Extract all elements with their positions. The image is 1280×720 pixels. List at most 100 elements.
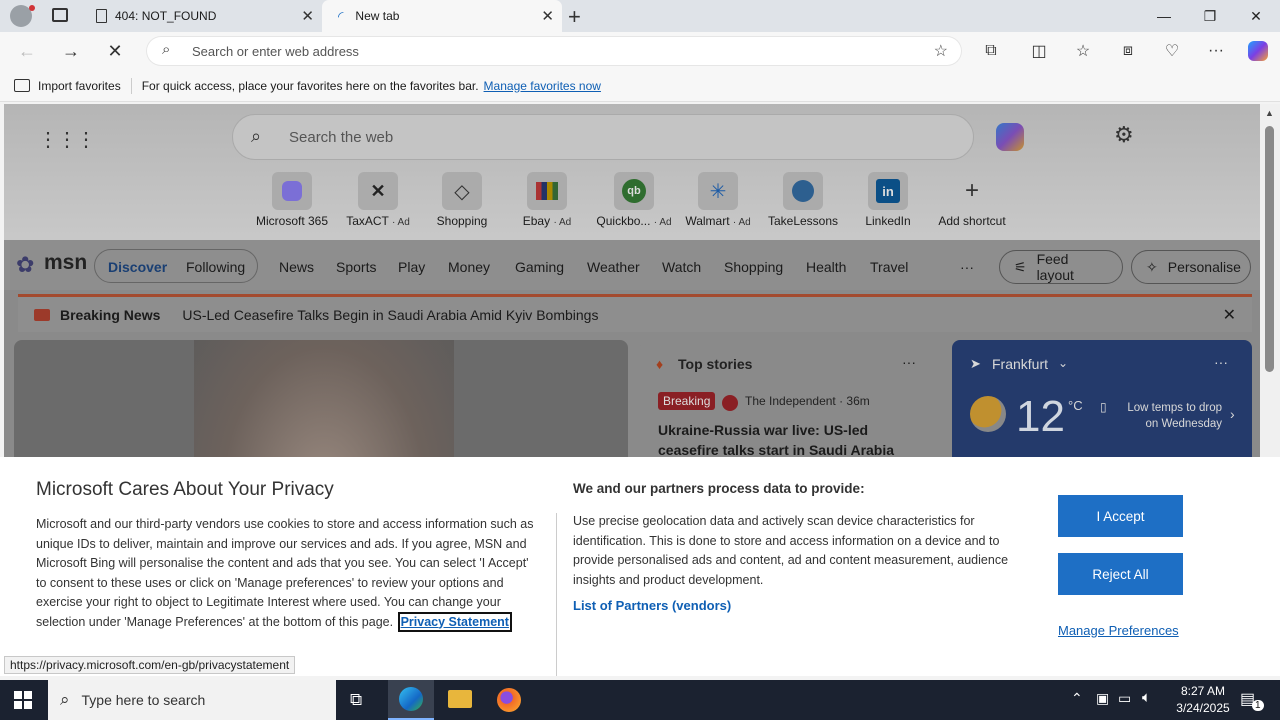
weather-location[interactable]: Frankfurt xyxy=(992,356,1048,372)
ad-tag: · Ad xyxy=(732,217,751,228)
shortcut-takelessons[interactable]: TakeLessons xyxy=(762,172,844,228)
weather-temp: 12 xyxy=(1016,392,1065,441)
personalise-button[interactable]: ✧ Personalise xyxy=(1131,250,1251,284)
apps-launcher-icon[interactable]: ⋮⋮⋮ xyxy=(38,127,96,152)
new-tab-icon[interactable]: + xyxy=(568,4,581,30)
taskbar-search[interactable]: ⌕ Type here to search xyxy=(48,680,336,720)
partly-cloudy-icon xyxy=(970,396,1006,432)
volume-icon[interactable]: 🔈︎ xyxy=(1142,689,1151,706)
nav-travel[interactable]: Travel xyxy=(870,250,908,284)
msn-logo[interactable]: msn xyxy=(44,251,87,275)
scroll-up-icon[interactable]: ▲ xyxy=(1265,108,1274,118)
partners-title: We and our partners process data to prov… xyxy=(573,481,865,496)
shortcut-add[interactable]: + Add shortcut xyxy=(930,172,1014,228)
nav-watch[interactable]: Watch xyxy=(662,250,701,284)
nav-gaming[interactable]: Gaming xyxy=(515,250,564,284)
shortcut-microsoft-365[interactable]: Microsoft 365 xyxy=(252,172,332,228)
chevron-right-icon[interactable]: › xyxy=(1230,406,1235,422)
tab-new-tab[interactable]: ◜ New tab ✕ xyxy=(322,0,562,32)
shortcut-quickbooks[interactable]: qb Quickbo... · Ad xyxy=(592,172,676,228)
msn-nav-bar: ✿ msn Discover Following News Sports Pla… xyxy=(4,240,1260,290)
device-icon[interactable]: ▣ xyxy=(1096,690,1109,707)
shortcut-label: Walmart xyxy=(685,214,730,228)
accept-button[interactable]: I Accept xyxy=(1058,495,1183,537)
firefox-icon[interactable] xyxy=(497,688,521,712)
shortcut-taxact[interactable]: ✕ TaxACT · Ad xyxy=(338,172,418,228)
linkedin-icon: in xyxy=(868,172,908,210)
close-tab-icon[interactable]: ✕ xyxy=(301,7,314,25)
ebay-bag-icon xyxy=(527,172,567,210)
windows-start-icon[interactable] xyxy=(14,691,32,709)
manage-preferences-link[interactable]: Manage Preferences xyxy=(1058,623,1179,638)
more-options-icon[interactable]: ··· xyxy=(1214,354,1228,370)
address-bar[interactable]: ⌕ Search or enter web address ☆ xyxy=(146,36,962,66)
nav-sports[interactable]: Sports xyxy=(336,250,376,284)
news-icon xyxy=(34,308,50,321)
close-tab-icon[interactable]: ✕ xyxy=(541,7,554,25)
close-icon[interactable]: ✕ xyxy=(1223,305,1236,325)
performance-icon[interactable]: ♡ xyxy=(1157,36,1187,66)
breaking-news-bar[interactable]: Breaking News US-Led Ceasefire Talks Beg… xyxy=(18,294,1252,332)
partners-body: Use precise geolocation data and activel… xyxy=(573,512,1035,616)
import-favorites-button[interactable]: Import favorites xyxy=(38,79,121,93)
privacy-statement-link[interactable]: Privacy Statement xyxy=(397,611,512,632)
tab-404[interactable]: 404: NOT_FOUND ✕ xyxy=(84,0,322,32)
microsoft-365-icon xyxy=(272,172,312,210)
clock-date[interactable]: 3/24/2025 xyxy=(1166,701,1240,715)
privacy-body: Microsoft and our third-party vendors us… xyxy=(36,515,540,632)
network-icon[interactable]: ▭ xyxy=(1118,690,1131,707)
favorite-star-icon[interactable]: ☆ xyxy=(934,41,948,61)
close-window-icon[interactable]: ✕ xyxy=(1233,0,1279,32)
nav-health[interactable]: Health xyxy=(806,250,846,284)
personalise-label: Personalise xyxy=(1167,259,1241,275)
split-screen-icon[interactable]: ◫ xyxy=(1024,36,1054,66)
settings-gear-icon[interactable]: ⚙ xyxy=(1114,122,1134,148)
shortcut-label: TaxACT xyxy=(346,214,389,228)
more-options-icon[interactable]: ··· xyxy=(902,354,916,370)
tab-actions-icon[interactable] xyxy=(52,8,68,22)
extensions-icon[interactable]: ⧉ xyxy=(976,36,1006,66)
more-menu-icon[interactable]: ··· xyxy=(1201,36,1231,66)
tab-discover[interactable]: Discover xyxy=(108,250,167,284)
nav-shopping[interactable]: Shopping xyxy=(724,250,783,284)
copilot-icon[interactable] xyxy=(1243,36,1273,66)
forward-icon[interactable]: → xyxy=(56,36,86,66)
back-icon[interactable]: ← xyxy=(12,36,42,66)
nav-money[interactable]: Money xyxy=(448,250,490,284)
web-search-box[interactable]: ⌕ Search the web xyxy=(232,114,974,160)
favorites-icon[interactable]: ☆ xyxy=(1068,36,1098,66)
search-icon: ⌕ xyxy=(251,126,262,146)
nav-more-icon[interactable]: ··· xyxy=(960,250,974,284)
weather-unit: °C xyxy=(1068,398,1083,413)
windows-taskbar: ⌕ Type here to search ⧉ ⌃ ▣ ▭ 🔈︎ 8:27 AM… xyxy=(0,680,1280,720)
clock-time[interactable]: 8:27 AM xyxy=(1172,684,1234,698)
shortcut-ebay[interactable]: Ebay · Ad xyxy=(507,172,587,228)
nav-play[interactable]: Play xyxy=(398,250,425,284)
chevron-up-icon[interactable]: ⌃ xyxy=(1071,690,1083,707)
tab-title: New tab xyxy=(355,9,400,23)
minimize-icon[interactable]: — xyxy=(1141,0,1187,32)
shortcut-linkedin[interactable]: in LinkedIn xyxy=(847,172,929,228)
breaking-headline[interactable]: US-Led Ceasefire Talks Begin in Saudi Ar… xyxy=(182,307,598,323)
restore-icon[interactable]: ❐ xyxy=(1187,0,1233,32)
shortcut-walmart[interactable]: ✳ Walmart · Ad xyxy=(677,172,759,228)
sliders-icon: ⚟ xyxy=(1014,258,1027,275)
feed-layout-button[interactable]: ⚟ Feed layout xyxy=(999,250,1123,284)
nav-weather[interactable]: Weather xyxy=(587,250,640,284)
stop-icon[interactable]: ✕ xyxy=(100,36,130,66)
list-of-partners-link[interactable]: List of Partners (vendors) xyxy=(573,596,1035,616)
task-view-icon[interactable]: ⧉ xyxy=(350,690,362,710)
copilot-icon[interactable] xyxy=(996,123,1024,151)
shortcut-shopping[interactable]: ◇ Shopping xyxy=(422,172,502,228)
nav-news[interactable]: News xyxy=(279,250,314,284)
scroll-thumb[interactable] xyxy=(1265,126,1274,372)
chevron-down-icon: ⌄ xyxy=(1058,356,1069,370)
taxact-icon: ✕ xyxy=(358,172,398,210)
tab-following[interactable]: Following xyxy=(186,250,245,284)
manage-favorites-link[interactable]: Manage favorites now xyxy=(484,79,601,93)
reject-all-button[interactable]: Reject All xyxy=(1058,553,1183,595)
edge-taskbar-icon[interactable] xyxy=(388,680,434,720)
file-explorer-icon[interactable] xyxy=(448,690,472,708)
location-arrow-icon: ➤ xyxy=(970,356,981,371)
collections-icon[interactable]: ⧈ xyxy=(1113,36,1143,66)
